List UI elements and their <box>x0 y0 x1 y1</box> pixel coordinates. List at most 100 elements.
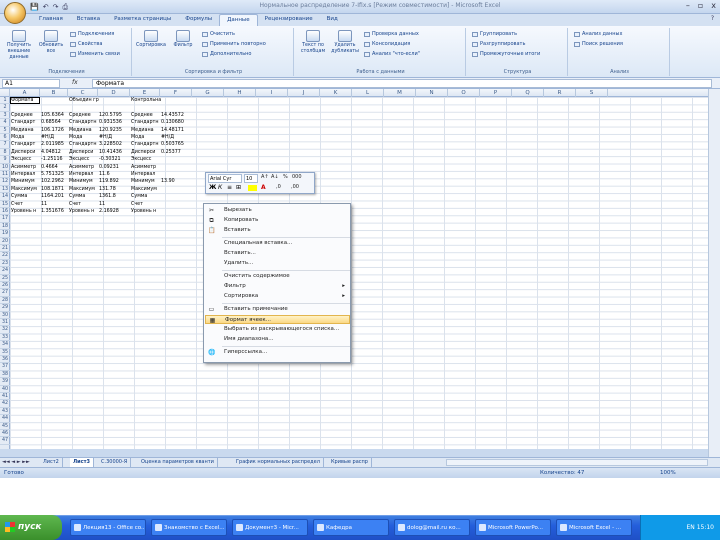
row-header[interactable]: 47 <box>0 437 10 445</box>
row-header[interactable]: 39 <box>0 378 10 386</box>
row-header[interactable]: 26 <box>0 282 10 290</box>
table-cell[interactable]: 1164.201 <box>41 193 71 200</box>
table-cell[interactable]: 2.16928 <box>99 208 129 215</box>
row-header[interactable]: 10 <box>0 164 10 171</box>
tab-insert[interactable]: Вставка <box>70 14 107 26</box>
row-header[interactable]: 22 <box>0 252 10 260</box>
column-header[interactable]: K <box>320 89 352 97</box>
table-cell[interactable]: 4.04812 <box>41 149 71 156</box>
table-cell[interactable]: 0.68564 <box>41 119 71 126</box>
menu-item[interactable]: Специальная вставка... <box>205 239 350 248</box>
table-cell[interactable]: Контрольная точ <box>131 97 161 104</box>
row-header[interactable]: 16 <box>0 208 10 216</box>
row-header[interactable]: 41 <box>0 393 10 401</box>
row-header[interactable]: 1 <box>0 97 10 105</box>
table-cell[interactable]: Сумма <box>131 193 161 200</box>
minimize-button[interactable]: – <box>686 1 690 10</box>
row-header[interactable]: 42 <box>0 400 10 408</box>
table-cell[interactable]: Счет <box>69 201 99 208</box>
zoom-level[interactable]: 100% <box>660 470 676 476</box>
menu-item[interactable]: ⧉ Копировать <box>205 216 350 225</box>
grow-font-button[interactable]: A↑ <box>261 174 269 180</box>
table-cell[interactable]: 11 <box>99 201 129 208</box>
table-cell[interactable]: Асимметр <box>131 164 161 171</box>
table-cell[interactable]: Сумма <box>11 193 41 200</box>
tab-data[interactable]: Данные <box>219 14 258 26</box>
menu-item[interactable]: ✂ Вырезать <box>205 206 350 215</box>
sort-button[interactable]: Сортировка <box>136 30 166 49</box>
row-header[interactable]: 3 <box>0 112 10 120</box>
menu-item[interactable]: Фильтр ▸ <box>205 282 350 291</box>
column-header[interactable]: O <box>448 89 480 97</box>
menu-item[interactable]: 🌐 Гиперссылка... <box>205 348 350 357</box>
table-cell[interactable]: 106.1726 <box>41 127 71 134</box>
row-header[interactable]: 38 <box>0 371 10 379</box>
sheet-tab[interactable]: Кривые распр <box>328 458 372 467</box>
table-cell[interactable]: #Н/Д <box>99 134 129 141</box>
table-cell[interactable]: Интервал <box>69 171 99 178</box>
menu-item[interactable]: Имя диапазона... <box>205 335 350 344</box>
row-header[interactable]: 40 <box>0 386 10 393</box>
group-button[interactable]: Группировать <box>472 31 517 37</box>
table-cell[interactable]: 0.09231 <box>99 164 129 171</box>
print-icon[interactable]: ⎙ <box>62 3 68 12</box>
sheet-nav-icon[interactable]: ◄◄ ◄ ► ►► <box>2 459 30 465</box>
table-cell[interactable]: Мода <box>69 134 99 141</box>
table-cell[interactable]: 5.751325 <box>41 171 71 178</box>
table-cell[interactable]: 119.892 <box>99 178 129 185</box>
redo-icon[interactable]: ↷ <box>53 3 59 11</box>
taskbar-item[interactable]: Кафедра <box>313 519 389 536</box>
row-header[interactable]: 28 <box>0 297 10 305</box>
row-header[interactable]: 18 <box>0 223 10 231</box>
table-cell[interactable]: Стандартн <box>131 119 161 126</box>
undo-icon[interactable]: ↶ <box>43 3 49 11</box>
column-header[interactable]: J <box>288 89 320 97</box>
column-header[interactable]: I <box>256 89 288 97</box>
column-header[interactable]: M <box>384 89 416 97</box>
table-cell[interactable]: 3.228502 <box>99 141 129 148</box>
table-cell[interactable]: Максимум <box>11 186 41 193</box>
remove-duplicates-button[interactable]: Удалить дубликаты <box>330 30 360 55</box>
table-cell[interactable]: Минимум <box>69 178 99 185</box>
filter-button[interactable]: Фильтр <box>168 30 198 49</box>
tab-page-layout[interactable]: Разметка страницы <box>107 14 178 26</box>
column-header[interactable]: P <box>480 89 512 97</box>
font-color-icon[interactable]: A <box>261 184 266 191</box>
table-cell[interactable]: Уровень н <box>69 208 99 215</box>
column-header[interactable]: A <box>10 89 40 97</box>
row-header[interactable]: 2 <box>0 104 10 112</box>
increase-decimal-button[interactable]: ,0 <box>276 184 281 190</box>
row-header[interactable]: 44 <box>0 415 10 423</box>
select-all-corner[interactable] <box>0 89 10 97</box>
table-cell[interactable]: 108.1871 <box>41 186 71 193</box>
table-cell[interactable]: 120.5795 <box>99 112 129 119</box>
table-cell[interactable]: Объедин групп <box>69 97 99 104</box>
help-icon[interactable]: ? <box>711 15 714 22</box>
row-header[interactable]: 30 <box>0 312 10 319</box>
row-header[interactable]: 13 <box>0 186 10 194</box>
column-header[interactable]: G <box>192 89 224 97</box>
column-header[interactable]: S <box>576 89 608 97</box>
table-cell[interactable]: 14.48171 <box>161 127 191 134</box>
taskbar-item[interactable]: Знакомство с Excel... <box>151 519 227 536</box>
tab-formulas[interactable]: Формулы <box>178 14 219 26</box>
table-cell[interactable]: 0.931536 <box>99 119 129 126</box>
row-header[interactable]: 45 <box>0 423 10 430</box>
table-cell[interactable]: Счет <box>131 201 161 208</box>
save-icon[interactable]: 💾 <box>30 3 39 11</box>
table-cell[interactable]: Эксцесс <box>69 156 99 163</box>
consolidate-button[interactable]: Консолидация <box>364 41 410 47</box>
table-cell[interactable]: Среднее <box>131 112 161 119</box>
sheet-tab[interactable]: Оценка параметров кванти <box>138 458 218 467</box>
table-cell[interactable]: Среднее <box>11 112 41 119</box>
row-header[interactable]: 35 <box>0 349 10 356</box>
row-header[interactable]: 5 <box>0 127 10 134</box>
shrink-font-button[interactable]: A↓ <box>271 174 279 180</box>
table-cell[interactable]: #Н/Д <box>161 134 191 141</box>
row-header[interactable]: 36 <box>0 356 10 364</box>
table-cell[interactable]: Эксцесс <box>11 156 41 163</box>
table-cell[interactable]: Интервал <box>131 171 161 178</box>
data-analysis-button[interactable]: Анализ данных <box>574 31 622 37</box>
horizontal-scrollbar[interactable] <box>446 459 708 466</box>
row-header[interactable]: 25 <box>0 275 10 282</box>
